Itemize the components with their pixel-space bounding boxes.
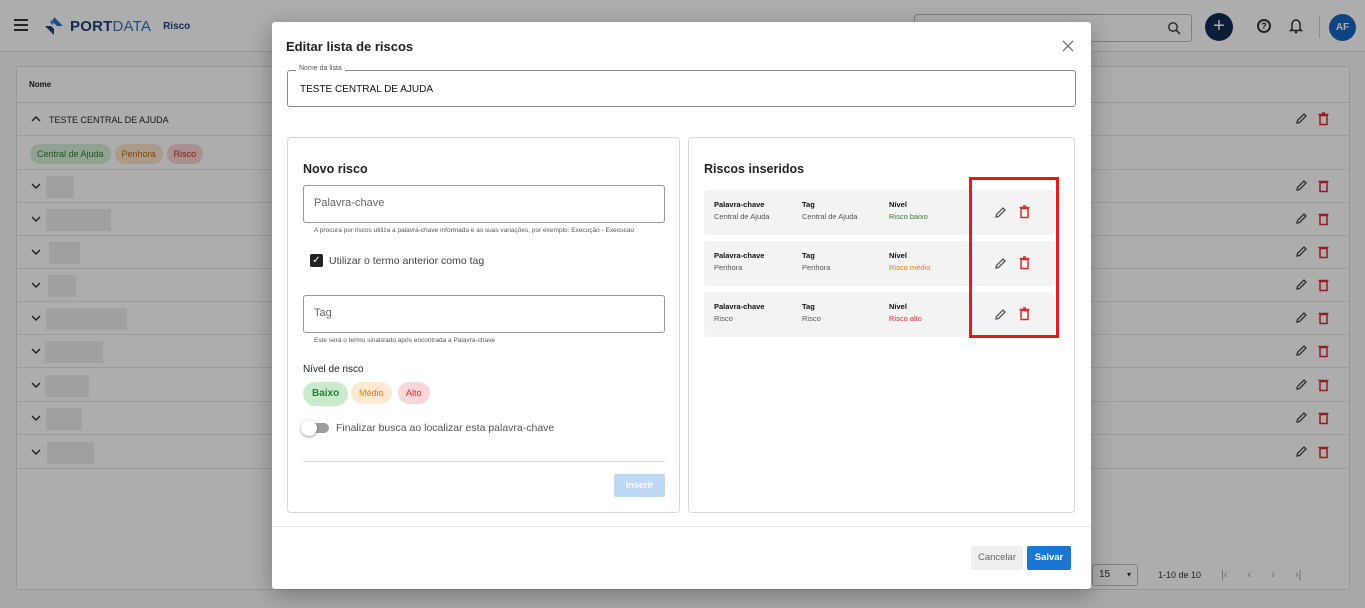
footer-divider <box>272 526 1091 527</box>
cancel-button[interactable]: Cancelar <box>971 546 1023 570</box>
edit-risk-list-dialog: Editar lista de riscos Nome da lista TES… <box>272 22 1091 589</box>
risk-keyword: Palavra-chave Central de Ajuda <box>714 200 770 221</box>
keyword-placeholder: Palavra-chave <box>314 197 385 209</box>
risk-level-label: Nível de risco <box>303 364 364 375</box>
new-risk-title: Novo risco <box>303 162 368 176</box>
finish-search-label: Finalizar busca ao localizar esta palavr… <box>336 422 555 434</box>
actions-highlight-box <box>969 177 1059 338</box>
panel-divider <box>303 461 665 462</box>
level-chip-alto[interactable]: Alto <box>398 382 430 404</box>
level-chip-medio[interactable]: Médio <box>351 382 392 404</box>
use-as-tag-checkbox[interactable]: ✓ <box>310 254 323 267</box>
insert-button[interactable]: Inserir <box>614 474 665 497</box>
risk-tag: Tag Penhora <box>802 251 831 272</box>
risk-tag: Tag Risco <box>802 302 821 323</box>
risk-tag: Tag Central de Ajuda <box>802 200 858 221</box>
save-button[interactable]: Salvar <box>1027 546 1071 570</box>
risk-keyword: Palavra-chave Penhora <box>714 251 765 272</box>
use-as-tag-label: Utilizar o termo anterior como tag <box>329 255 485 267</box>
risk-level: Nível Risco médio <box>889 251 931 272</box>
new-risk-panel: Novo risco Palavra-chave A procura por r… <box>287 137 680 513</box>
tag-placeholder: Tag <box>314 307 332 319</box>
risk-keyword: Palavra-chave Risco <box>714 302 765 323</box>
list-name-label: Nome da lista <box>296 65 345 72</box>
risk-level: Nível Risco baixo <box>889 200 928 221</box>
list-name-value: TESTE CENTRAL DE AJUDA <box>300 84 433 95</box>
finish-search-toggle[interactable] <box>301 420 329 436</box>
list-name-field[interactable]: Nome da lista TESTE CENTRAL DE AJUDA <box>287 65 1076 107</box>
keyword-input[interactable]: Palavra-chave <box>303 185 665 223</box>
inserted-risks-title: Riscos inseridos <box>704 162 805 176</box>
risk-level: Nível Risco alto <box>889 302 922 323</box>
dialog-title: Editar lista de riscos <box>286 39 414 54</box>
close-icon[interactable] <box>1062 40 1074 52</box>
keyword-hint: A procura por riscos utiliza a palavra-c… <box>314 227 635 234</box>
tag-input[interactable]: Tag <box>303 295 665 333</box>
level-chip-baixo[interactable]: Baixo <box>303 382 349 406</box>
tag-hint: Este será o termo sinalizado após encont… <box>314 337 496 344</box>
